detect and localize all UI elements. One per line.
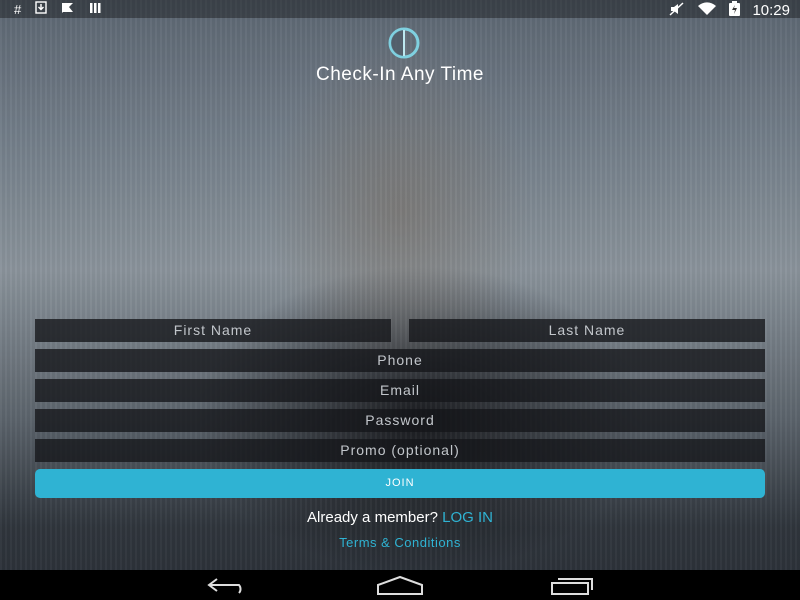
first-name-field[interactable] <box>35 319 391 342</box>
member-text: Already a member? <box>307 509 438 526</box>
app-logo <box>376 27 432 59</box>
flag-icon <box>61 2 75 18</box>
download-icon <box>35 1 47 18</box>
wifi-icon <box>697 1 717 20</box>
status-bar: # 10:29 <box>0 0 800 20</box>
last-name-field[interactable] <box>409 319 765 342</box>
member-prompt: Already a member? LOG IN <box>0 509 800 526</box>
join-button[interactable]: JOIN <box>35 469 765 498</box>
home-icon[interactable] <box>375 575 425 595</box>
status-clock: 10:29 <box>752 2 790 19</box>
navigation-bar <box>0 570 800 600</box>
login-link[interactable]: LOG IN <box>442 509 493 526</box>
battery-charging-icon <box>729 1 741 20</box>
phone-field[interactable] <box>35 349 765 372</box>
recents-icon[interactable] <box>548 575 598 595</box>
terms-link[interactable]: Terms & Conditions <box>0 535 800 550</box>
hash-icon: # <box>14 1 22 17</box>
back-icon[interactable] <box>205 575 255 595</box>
app-tagline: Check-In Any Time <box>316 64 484 85</box>
signal-bars-icon <box>89 2 103 18</box>
promo-field[interactable] <box>35 439 765 462</box>
email-field[interactable] <box>35 379 765 402</box>
password-field[interactable] <box>35 409 765 432</box>
mute-icon <box>669 1 685 20</box>
